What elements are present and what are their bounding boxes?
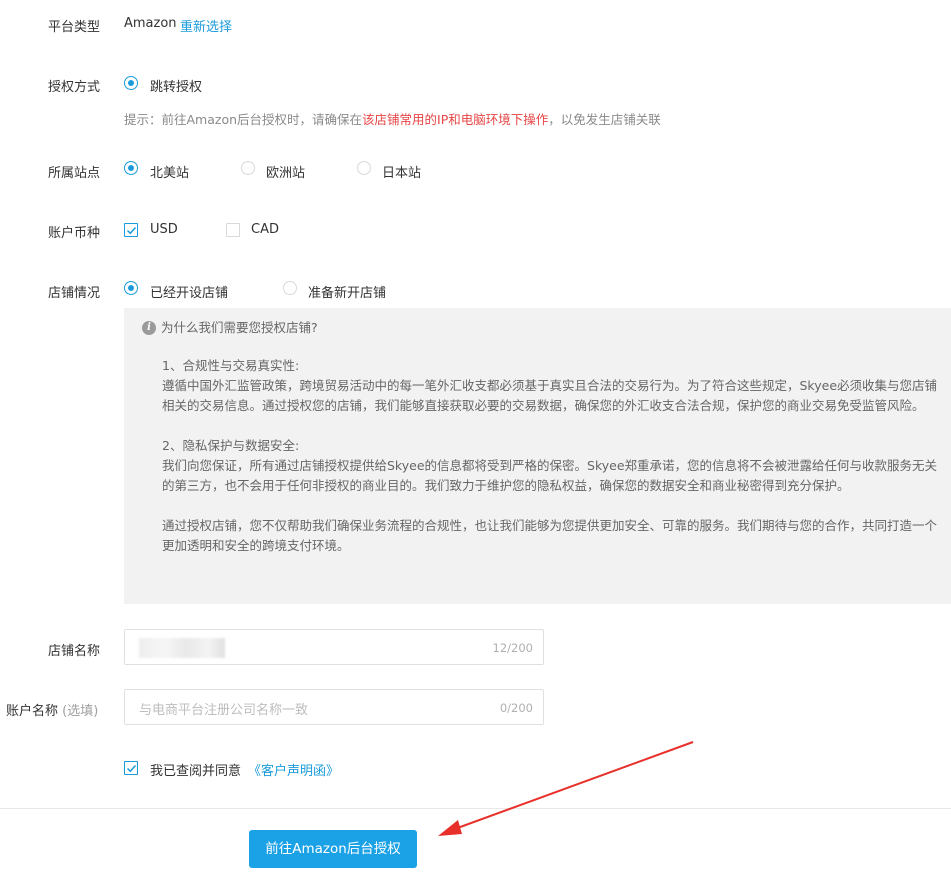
red-arrow-annotation-icon <box>438 741 694 836</box>
